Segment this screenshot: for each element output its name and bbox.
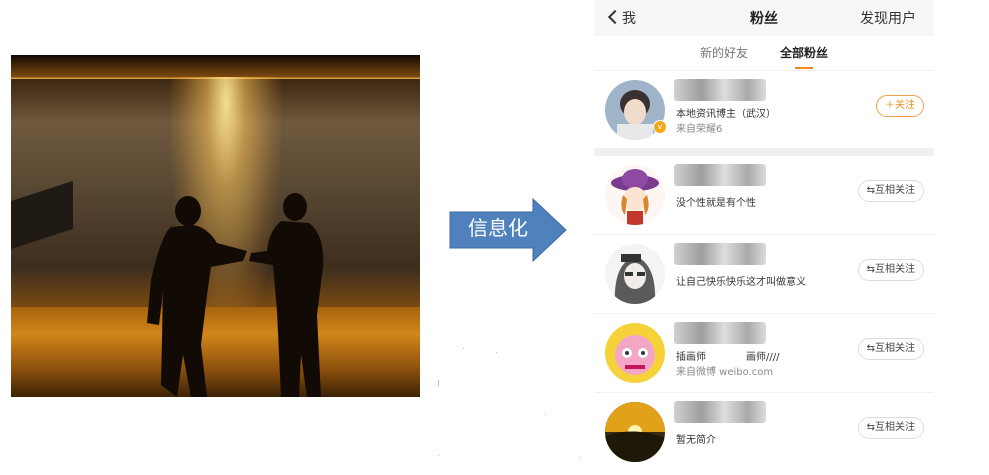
fan-description: 暂无简介 <box>676 435 716 446</box>
scan-dot <box>496 352 497 353</box>
fan-row[interactable]: v 本地资讯博主（武汉） 来自荣耀6 ＋关注 <box>594 71 934 148</box>
pink-cartoon-icon <box>605 323 665 383</box>
blurred-username <box>674 401 766 423</box>
tab-new-friends[interactable]: 新的好友 <box>700 44 748 61</box>
fan-row[interactable]: 让自己快乐快乐这才叫做意义 ⇆互相关注 <box>594 235 934 314</box>
section-divider <box>594 148 934 156</box>
active-tab-indicator <box>795 67 813 69</box>
fan-description: 让自己快乐快乐这才叫做意义 <box>676 277 806 288</box>
silhouettes <box>147 193 324 397</box>
scan-dot <box>579 457 580 458</box>
fan-row[interactable]: 暂无简介 ⇆互相关注 <box>594 393 934 471</box>
fan-source: 来自荣耀6 <box>676 124 723 135</box>
avatar[interactable] <box>605 244 665 304</box>
blurred-username <box>674 79 766 101</box>
scan-dot <box>438 380 439 386</box>
fan-description: 本地资讯博主（武汉） <box>676 109 776 120</box>
scan-dot <box>463 348 464 349</box>
mutual-follow-button[interactable]: ⇆互相关注 <box>857 259 924 281</box>
mutual-follow-button[interactable]: ⇆互相关注 <box>857 180 924 202</box>
nav-bar: 我 粉丝 发现用户 <box>594 0 934 36</box>
sketch-girl-icon <box>605 244 665 304</box>
blurred-username <box>674 243 766 265</box>
follow-button[interactable]: ＋关注 <box>876 95 924 117</box>
sunset-landscape-icon <box>605 402 665 462</box>
scan-dot <box>545 414 546 415</box>
avatar[interactable] <box>605 165 665 225</box>
avatar[interactable] <box>605 402 665 462</box>
fan-source: 来自微博 weibo.com <box>676 367 774 378</box>
fan-row[interactable]: 插画师 画师//// 来自微博 weibo.com ⇆互相关注 <box>594 314 934 393</box>
blurred-username <box>674 322 766 344</box>
fan-row[interactable]: 没个性就是有个性 ⇆互相关注 <box>594 156 934 235</box>
avatar[interactable] <box>605 323 665 383</box>
fan-description: 插画师 画师//// <box>676 352 780 363</box>
fans-screen: 我 粉丝 发现用户 新的好友 全部粉丝 v 本地资讯博主（武汉） 来自荣耀6 ＋… <box>594 0 934 475</box>
mutual-follow-button[interactable]: ⇆互相关注 <box>857 338 924 360</box>
arrow-label: 信息化 <box>468 216 528 240</box>
mutual-follow-button[interactable]: ⇆互相关注 <box>857 417 924 439</box>
sunset-handshake-photo <box>11 55 420 397</box>
cartoon-girl-hat-icon <box>605 165 665 225</box>
tab-all-fans[interactable]: 全部粉丝 <box>780 44 828 69</box>
scan-dot <box>438 455 439 456</box>
discover-users-button[interactable]: 发现用户 <box>860 8 916 28</box>
verified-badge-icon: v <box>653 120 667 134</box>
blurred-username <box>674 164 766 186</box>
tab-bar: 新的好友 全部粉丝 <box>594 36 934 71</box>
fan-description: 没个性就是有个性 <box>676 198 756 209</box>
